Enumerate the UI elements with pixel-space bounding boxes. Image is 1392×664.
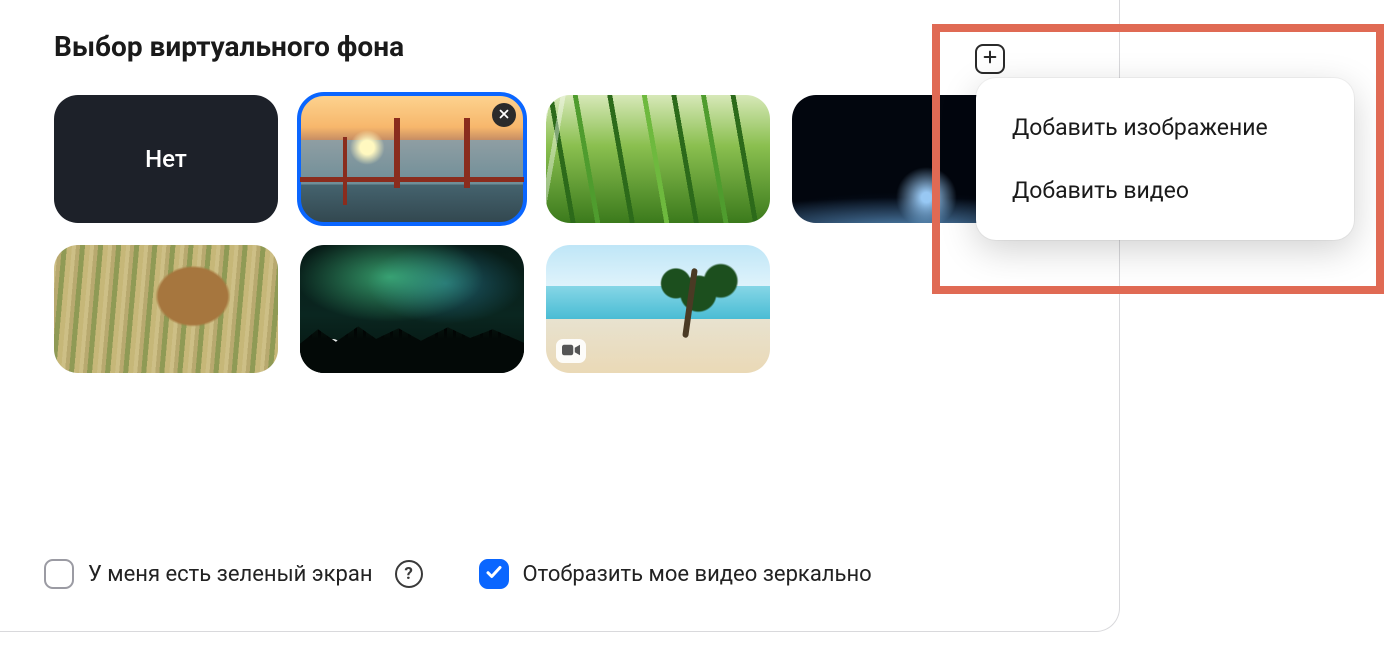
menu-item-add-video[interactable]: Добавить видео xyxy=(976,159,1354,222)
video-badge xyxy=(556,339,586,363)
background-option-grass[interactable] xyxy=(546,95,770,223)
video-icon xyxy=(562,342,580,361)
add-background-menu: Добавить изображение Добавить видео xyxy=(976,78,1354,240)
remove-background-button[interactable] xyxy=(492,103,516,127)
video-badge xyxy=(310,339,340,363)
section-title: Выбор виртуального фона xyxy=(54,30,1069,63)
green-screen-option[interactable]: У меня есть зеленый экран ? xyxy=(44,559,423,589)
background-option-none[interactable]: Нет xyxy=(54,95,278,223)
options-row: У меня есть зеленый экран ? Отобразить м… xyxy=(44,559,872,589)
video-icon xyxy=(316,342,334,361)
green-screen-label: У меня есть зеленый экран xyxy=(88,562,373,587)
plus-icon xyxy=(982,49,998,69)
help-icon[interactable]: ? xyxy=(395,560,423,588)
add-background-button[interactable] xyxy=(975,44,1005,74)
mirror-video-label: Отобразить мое видео зеркально xyxy=(523,562,872,587)
background-option-aurora[interactable] xyxy=(300,245,524,373)
mirror-video-option[interactable]: Отобразить мое видео зеркально xyxy=(479,559,872,589)
none-label: Нет xyxy=(145,145,187,173)
background-option-golden-gate[interactable] xyxy=(300,95,524,223)
close-icon xyxy=(498,107,510,123)
background-option-wildlife[interactable] xyxy=(54,245,278,373)
virtual-background-panel: Выбор виртуального фона Нет xyxy=(0,0,1120,632)
check-icon xyxy=(485,562,503,587)
background-option-beach[interactable] xyxy=(546,245,770,373)
mirror-video-checkbox[interactable] xyxy=(479,559,509,589)
green-screen-checkbox[interactable] xyxy=(44,559,74,589)
menu-item-add-image[interactable]: Добавить изображение xyxy=(976,96,1354,159)
background-grid: Нет xyxy=(54,95,1016,373)
